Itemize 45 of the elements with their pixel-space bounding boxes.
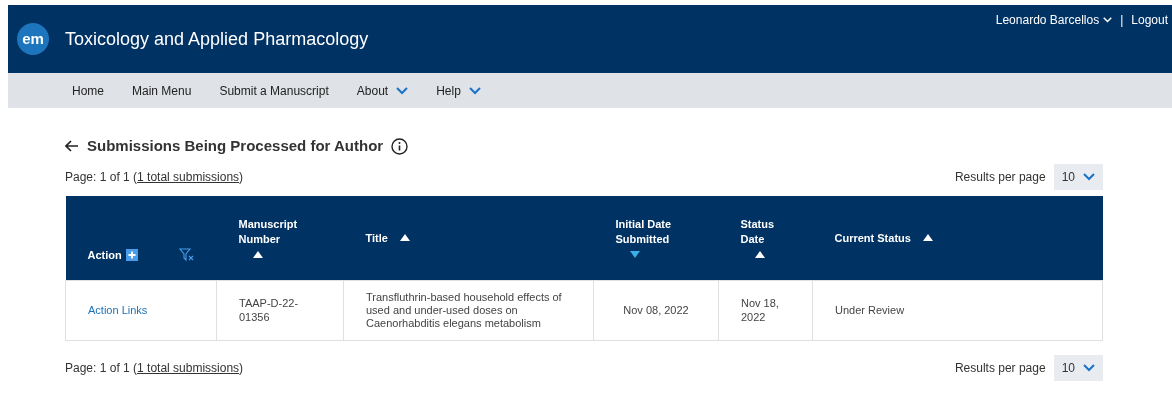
sort-up-icon[interactable] <box>922 234 933 242</box>
back-arrow-icon[interactable] <box>65 140 79 152</box>
nav-item[interactable]: Submit a Manuscript <box>219 81 329 100</box>
nav-item[interactable]: Help <box>436 81 481 100</box>
chevron-down-icon <box>396 86 409 95</box>
add-icon[interactable] <box>125 248 138 261</box>
column-header[interactable]: Manuscript Number <box>216 196 344 280</box>
journal-title: Toxicology and Applied Pharmacology <box>65 27 369 51</box>
page-title: Submissions Being Processed for Author <box>87 135 384 156</box>
table-cell: Nov 18, 2022 <box>718 280 813 340</box>
user-menu[interactable]: Leonardo Barcellos <box>995 11 1113 29</box>
results-per-page-label: Results per page <box>954 359 1046 377</box>
action-links-link[interactable]: Action Links <box>65 280 217 340</box>
column-header[interactable]: Status Date <box>718 196 813 280</box>
table-cell: Transfluthrin-based household effects of used and under-used doses on Caenorhabditis elegans metabolism <box>343 280 594 340</box>
chevron-down-icon <box>468 86 481 95</box>
chevron-down-icon <box>1103 16 1113 24</box>
column-header[interactable]: Action <box>65 196 217 280</box>
logo-icon: em <box>17 23 49 55</box>
sort-up-icon[interactable] <box>252 251 263 259</box>
page-info: Page: 1 of 1 (1 total submissions) <box>65 359 244 377</box>
table-cell: Nov 08, 2022 <box>593 280 719 340</box>
nav-item[interactable]: Home <box>72 81 104 100</box>
results-per-page-label: Results per page <box>954 169 1046 186</box>
results-per-page-select[interactable]: 10 <box>1053 354 1103 381</box>
column-header[interactable]: Initial Date Submitted <box>593 196 719 280</box>
table-cell: Under Review <box>812 280 1103 340</box>
nav-item[interactable]: Main Menu <box>132 81 192 100</box>
table-cell: TAAP-D-22-01356 <box>216 280 344 340</box>
separator: | <box>1120 12 1124 29</box>
page-info: Page: 1 of 1 (1 total submissions) <box>65 169 244 186</box>
chevron-down-icon <box>1083 363 1095 372</box>
clear-filter-icon[interactable] <box>178 247 195 262</box>
chevron-down-icon <box>1083 173 1095 181</box>
total-submissions-link[interactable]: 1 total submissions <box>137 360 240 375</box>
column-header[interactable]: Current Status <box>812 196 1103 280</box>
info-icon[interactable] <box>391 137 409 155</box>
sort-up-icon[interactable] <box>399 234 410 242</box>
sort-up-icon[interactable] <box>754 251 765 259</box>
logout-link[interactable]: Logout <box>1131 11 1168 29</box>
sort-down-icon[interactable] <box>629 251 640 259</box>
column-header[interactable]: Title <box>343 196 594 280</box>
nav-item[interactable]: About <box>356 81 409 100</box>
results-per-page-select[interactable]: 10 <box>1053 164 1103 190</box>
total-submissions-link[interactable]: 1 total submissions <box>137 170 240 184</box>
